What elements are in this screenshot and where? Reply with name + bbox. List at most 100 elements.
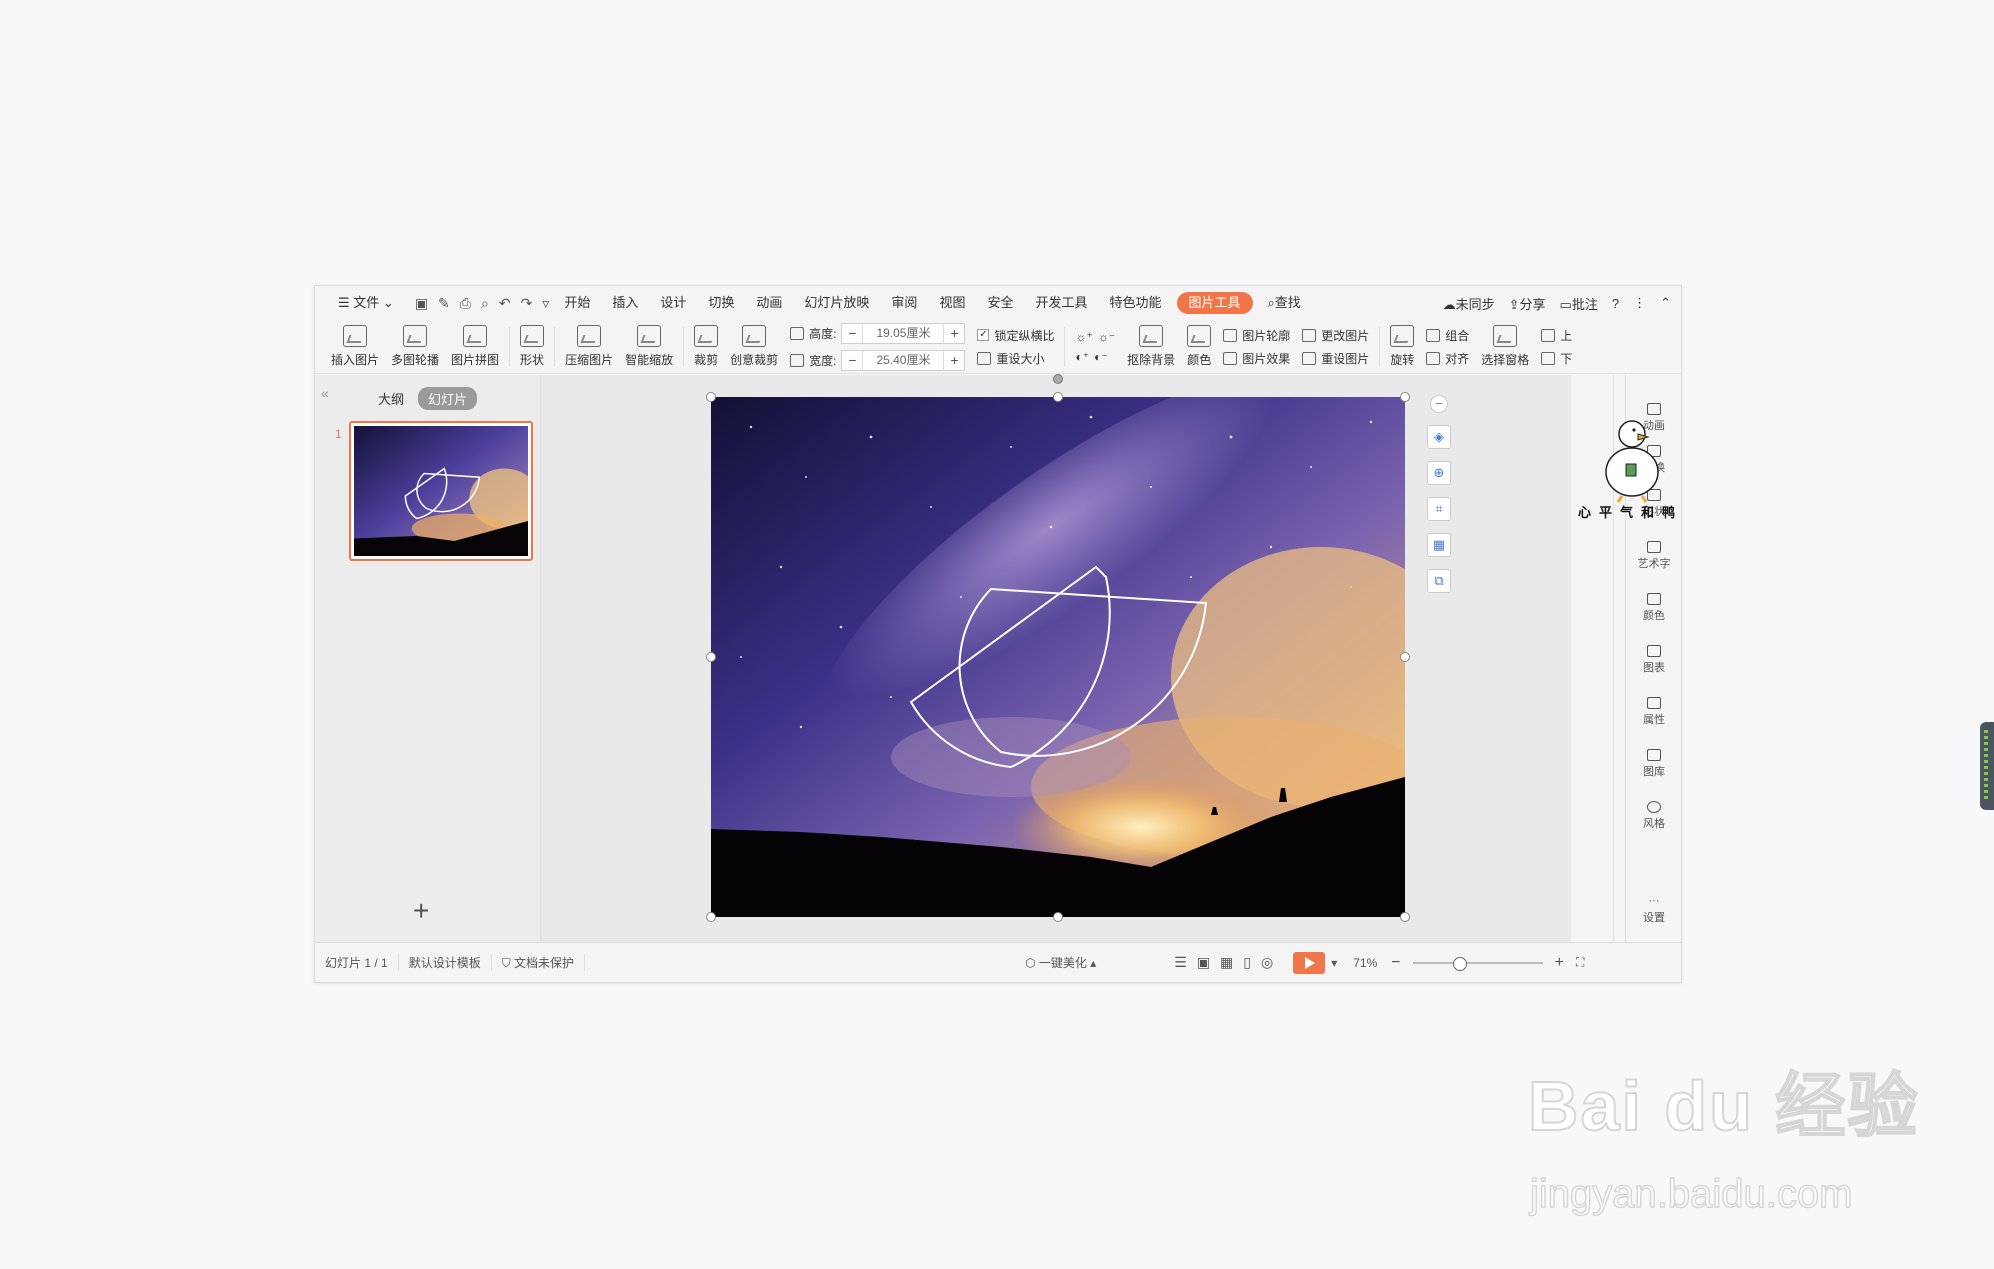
reading-view-icon[interactable]: ▯ (1243, 954, 1261, 970)
sidebar-item-wordart[interactable]: 艺术字 (1626, 541, 1682, 571)
play-options-icon[interactable]: ▾ (1331, 956, 1337, 970)
resize-handle-e[interactable] (1400, 652, 1410, 662)
add-slide-button[interactable]: + (413, 895, 429, 927)
group-button[interactable]: 组合 (1426, 327, 1469, 344)
send-backward-button[interactable]: 下 (1541, 350, 1572, 367)
beautify-button[interactable]: ⬡ 一键美化 ▴ (1025, 954, 1096, 971)
search-tab[interactable]: ⌕查找 (1257, 286, 1312, 320)
zoom-level[interactable]: 71% (1353, 956, 1377, 970)
height-input[interactable]: 19.05厘米 (862, 323, 945, 343)
customize-icon[interactable]: ▿ (542, 295, 549, 312)
comment-button[interactable]: ▭批注 (1560, 294, 1598, 313)
more-icon[interactable]: ⋮ (1633, 295, 1646, 311)
sorter-view-icon[interactable]: ▦ (1220, 954, 1243, 970)
sidebar-item-chart[interactable]: 图表 (1626, 645, 1682, 675)
collapse-ribbon-icon[interactable]: ⌃ (1660, 295, 1671, 311)
sidebar-item-style[interactable]: 风格 (1626, 801, 1682, 831)
print-icon[interactable]: ⎙ (460, 295, 471, 312)
multi-carousel-button[interactable]: 多图轮播 (385, 320, 445, 374)
pic-outline-button[interactable]: 图片轮廓 (1223, 327, 1290, 344)
width-increase[interactable]: + (944, 352, 964, 368)
tab-design[interactable]: 设计 (649, 286, 697, 320)
zoom-slider[interactable] (1412, 956, 1543, 971)
rotate-button[interactable]: 旋转 (1384, 320, 1420, 374)
color-button[interactable]: 颜色 (1181, 320, 1217, 374)
height-decrease[interactable]: − (842, 325, 862, 341)
tab-outline[interactable]: 大纲 (378, 389, 404, 408)
pic-collage-button[interactable]: 图片拼图 (445, 320, 505, 374)
zoom-in-button[interactable]: + (1555, 954, 1564, 972)
slide-thumbnail[interactable] (349, 421, 540, 561)
share-button[interactable]: ⇪分享 (1509, 294, 1546, 313)
tab-picture-tools[interactable]: 图片工具 (1176, 292, 1253, 314)
brightness-down-icon[interactable]: ☼⁻ (1098, 330, 1115, 344)
template-name[interactable]: 默认设计模板 (399, 954, 492, 971)
sidebar-item-properties[interactable]: 属性 (1626, 697, 1682, 727)
help-button[interactable]: ? (1612, 296, 1619, 311)
play-slideshow-button[interactable] (1293, 951, 1326, 974)
side-drawer-handle[interactable] (1980, 722, 1994, 810)
fit-window-icon[interactable]: ⛶ (1576, 955, 1584, 970)
slide-image[interactable] (706, 369, 1471, 922)
tab-insert[interactable]: 插入 (601, 286, 649, 320)
tab-transition[interactable]: 切换 (697, 286, 745, 320)
resize-handle-sw[interactable] (706, 912, 716, 922)
tab-review[interactable]: 审阅 (880, 286, 928, 320)
compress-button[interactable]: 压缩图片 (559, 320, 619, 374)
sidebar-item-gallery[interactable]: 图库 (1626, 749, 1682, 779)
save-icon[interactable]: ▣ (415, 295, 428, 312)
creative-crop-button[interactable]: 创意裁剪 (724, 320, 784, 374)
format-painter-icon[interactable]: ✎ (438, 295, 450, 312)
notes-icon[interactable]: ☰ (1174, 954, 1197, 970)
tab-view[interactable]: 视图 (928, 286, 976, 320)
layers-icon[interactable]: ◈ (1427, 425, 1451, 449)
width-input[interactable]: 25.40厘米 (862, 350, 945, 370)
presenter-icon[interactable]: ◎ (1261, 954, 1283, 970)
zoom-out-button[interactable]: − (1391, 954, 1400, 972)
sidebar-item-settings[interactable]: ··· 设置 (1626, 895, 1682, 925)
undo-icon[interactable]: ↶ (499, 295, 511, 312)
reset-pic-button[interactable]: 重设图片 (1302, 350, 1369, 367)
resize-handle-se[interactable] (1400, 912, 1410, 922)
contrast-down-icon[interactable]: ◐⁻ (1094, 350, 1108, 364)
copy-image-icon[interactable]: ⧉ (1427, 569, 1451, 593)
resize-handle-n[interactable] (1053, 392, 1063, 402)
width-decrease[interactable]: − (842, 352, 862, 368)
height-increase[interactable]: + (944, 325, 964, 341)
zoom-in-icon[interactable]: ⊕ (1427, 461, 1451, 485)
shape-button[interactable]: 形状 (514, 320, 550, 374)
lock-ratio-checkbox[interactable]: ✓ 锁定纵横比 (977, 327, 1054, 344)
remove-bg-button[interactable]: 抠除背景 (1121, 320, 1181, 374)
tab-slideshow[interactable]: 幻灯片放映 (793, 286, 880, 320)
tab-animation[interactable]: 动画 (745, 286, 793, 320)
change-pic-button[interactable]: 更改图片 (1302, 327, 1369, 344)
sync-button[interactable]: ☁未同步 (1443, 294, 1495, 313)
tab-slides[interactable]: 幻灯片 (418, 387, 478, 410)
resize-handle-w[interactable] (706, 652, 716, 662)
normal-view-icon[interactable]: ▣ (1197, 954, 1220, 970)
protect-status[interactable]: ⛉ 文档未保护 (492, 954, 586, 971)
reset-size-button[interactable]: 重设大小 (977, 350, 1054, 367)
tab-security[interactable]: 安全 (976, 286, 1024, 320)
resize-handle-s[interactable] (1053, 912, 1063, 922)
smart-zoom-button[interactable]: 智能缩放 (619, 320, 679, 374)
resize-handle-nw[interactable] (706, 392, 716, 402)
brightness-up-icon[interactable]: ☼⁺ (1075, 330, 1092, 344)
preview-icon[interactable]: ⌕ (481, 295, 489, 312)
crop-tool-icon[interactable]: ⌗ (1427, 497, 1451, 521)
contrast-up-icon[interactable]: ◐⁺ (1075, 350, 1089, 364)
redo-icon[interactable]: ↷ (521, 295, 533, 312)
align-button[interactable]: 对齐 (1426, 350, 1469, 367)
crop-button[interactable]: 裁剪 (688, 320, 724, 374)
tab-features[interactable]: 特色功能 (1098, 286, 1172, 320)
tab-developer[interactable]: 开发工具 (1024, 286, 1098, 320)
resize-handle-ne[interactable] (1400, 392, 1410, 402)
insert-picture-button[interactable]: 插入图片 (325, 320, 385, 374)
select-pane-button[interactable]: 选择窗格 (1475, 320, 1535, 374)
rotate-handle[interactable] (1053, 374, 1063, 384)
smart-select-icon[interactable]: ▦ (1427, 533, 1451, 557)
pic-effect-button[interactable]: 图片效果 (1223, 350, 1290, 367)
bring-forward-button[interactable]: 上 (1541, 327, 1572, 344)
tab-home[interactable]: 开始 (553, 286, 601, 320)
sidebar-item-color[interactable]: 颜色 (1626, 593, 1682, 623)
